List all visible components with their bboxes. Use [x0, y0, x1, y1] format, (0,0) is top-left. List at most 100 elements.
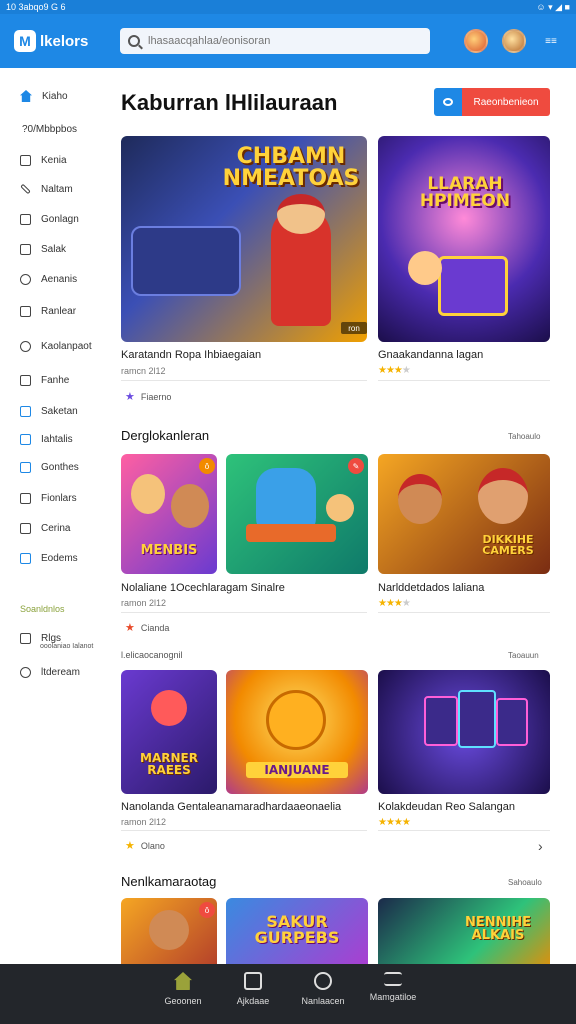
- game-thumbnail[interactable]: DIKKIHE CAMERS: [378, 454, 550, 574]
- sidebar-item-13[interactable]: Fionlars: [20, 490, 77, 506]
- section-see-all-link[interactable]: Taoauun: [508, 651, 539, 660]
- card-title[interactable]: Narlddetdados laliana: [378, 582, 484, 594]
- game-art-title: IANJUANE: [246, 762, 348, 778]
- tag-label: Fiaerno: [140, 391, 172, 402]
- tag-icon: [20, 522, 31, 534]
- divider: [121, 830, 367, 831]
- sidebar-item-label: Kenia: [41, 154, 67, 166]
- nav-item-recent[interactable]: Nanlaacen: [299, 972, 347, 1024]
- avatar-secondary[interactable]: [502, 29, 526, 53]
- divider: [378, 612, 550, 613]
- card-title[interactable]: Nanolanda Gentaleanamarad​hardaaeonaelia: [121, 801, 341, 813]
- home-icon: [174, 972, 192, 990]
- avatar[interactable]: [464, 29, 488, 53]
- sidebar-item-12[interactable]: Gonthes: [20, 459, 79, 475]
- character-illustration: [149, 910, 189, 950]
- game-thumbnail[interactable]: SAKUR GURPEBS: [226, 898, 368, 964]
- sidebar-item-10[interactable]: Saketan: [20, 403, 78, 419]
- sidebar-item-label: Salak: [41, 243, 67, 255]
- card-title[interactable]: Gnaakandanna lagan: [378, 349, 483, 361]
- game-thumbnail[interactable]: MENBIS ô: [121, 454, 217, 574]
- nav-item-downloads[interactable]: Ajkdaae: [229, 972, 277, 1024]
- rating-stars: ★★★★: [378, 817, 411, 828]
- sidebar-section-heading: Soanldnlos: [20, 604, 65, 614]
- card-title[interactable]: Nolaliane 1Ocechlaragam Sinalre: [121, 582, 285, 594]
- section-title: l.elicaocanognil: [121, 650, 183, 660]
- sidebar-item-11[interactable]: Iahtalis: [20, 431, 73, 447]
- card-illustration: [458, 690, 496, 748]
- sidebar-item-6[interactable]: Aenanis: [20, 271, 77, 287]
- status-right: ☺ ▾ ◢ ■: [536, 2, 570, 13]
- card-title[interactable]: Karatandn Ropa Ihbiaegaian: [121, 349, 261, 361]
- house-outline-icon: [20, 154, 31, 166]
- nav-label: Geoonen: [164, 996, 202, 1006]
- game-thumbnail[interactable]: ô: [121, 898, 217, 964]
- page-title: Kaburran lHlilauraan: [121, 90, 338, 115]
- game-thumbnail[interactable]: ✎: [226, 454, 368, 574]
- sidebar-item-15[interactable]: Eodems: [20, 550, 78, 566]
- clock-icon: [20, 273, 31, 285]
- divider: [121, 612, 367, 613]
- envelope-icon: [20, 492, 31, 504]
- card-title[interactable]: Kolakdeudan Reo Salangan: [378, 801, 515, 813]
- clock-icon: [314, 972, 332, 990]
- app-logo[interactable]: M lkelors: [14, 30, 118, 52]
- menu-icon: [384, 972, 402, 986]
- game-thumbnail[interactable]: MARNER RAEES: [121, 670, 217, 794]
- character-illustration: [151, 690, 187, 726]
- sidebar-sub-item-1[interactable]: ltdeream: [20, 664, 80, 680]
- sidebar-item-label: Gonlagn: [41, 213, 79, 225]
- car-illustration: [131, 226, 241, 296]
- nav-item-menu[interactable]: Mamgatiloe: [369, 972, 417, 1024]
- section-see-all-link[interactable]: Tahoaulo: [508, 432, 540, 441]
- sidebar-item-label: Eodems: [41, 552, 78, 564]
- flag-icon: [20, 374, 31, 386]
- card-illustration: [424, 696, 458, 746]
- sidebar-item-2[interactable]: Kenia: [20, 152, 67, 168]
- sidebar-item-3[interactable]: Naltam: [20, 181, 73, 197]
- plus-box-icon: [20, 305, 31, 317]
- divider: [121, 380, 367, 381]
- sidebar-item-5[interactable]: Salak: [20, 241, 66, 257]
- game-thumbnail[interactable]: NENNIHE ALKAIS: [378, 898, 550, 964]
- sidebar-item-label: Naltam: [41, 183, 73, 195]
- header-menu-icon[interactable]: ≡≡: [540, 30, 562, 52]
- logo-mark: M: [14, 30, 36, 52]
- sidebar-item-7[interactable]: Ranlear: [20, 303, 76, 319]
- nav-label: Ajkdaae: [236, 996, 270, 1006]
- star-icon: ★: [125, 840, 135, 852]
- sidebar-item-9[interactable]: Fanhe: [20, 372, 69, 388]
- rating-stars: ★★★★: [378, 365, 411, 376]
- search-bar[interactable]: [120, 28, 430, 54]
- app-name: lkelors: [40, 32, 89, 50]
- sidebar-item-home[interactable]: Kiaho: [20, 88, 68, 104]
- card-meta: ramon 2l12: [121, 598, 167, 608]
- blaster-illustration: [246, 524, 336, 542]
- game-thumbnail[interactable]: IANJUANE: [226, 670, 368, 794]
- nav-label: Mamgatiloe: [369, 992, 417, 1002]
- chevron-right-icon[interactable]: ›: [538, 838, 543, 854]
- primary-action-button[interactable]: Raeonbenieon: [434, 88, 550, 116]
- game-thumbnail[interactable]: [378, 670, 550, 794]
- game-art-title: MARNER RAEES: [140, 751, 198, 777]
- sidebar-item-4[interactable]: Gonlagn: [20, 211, 79, 227]
- search-input[interactable]: [148, 35, 418, 47]
- nav-item-home[interactable]: Geoonen: [159, 972, 207, 1024]
- sidebar-item-categories[interactable]: ?0/Mbbpbos: [22, 121, 77, 137]
- game-art-title: DIKKIHE CAMERS: [482, 533, 534, 557]
- sidebar-item-8[interactable]: Kaolanpaot: [20, 338, 92, 354]
- book-icon: [20, 632, 31, 644]
- character-illustration: [326, 494, 354, 522]
- game-art-title: MENBIS: [140, 543, 198, 558]
- chat-icon: [20, 243, 31, 255]
- featured-thumbnail-1[interactable]: LLARAH HPIMEON: [378, 136, 550, 342]
- card-tag: ★ Cianda: [125, 621, 169, 634]
- box-icon: [20, 405, 31, 417]
- sidebar-item-14[interactable]: Cerina: [20, 520, 70, 536]
- grid-icon: [20, 213, 31, 225]
- section-see-all-link[interactable]: Sahoaulo: [508, 878, 542, 887]
- sidebar-item-label: Aenanis: [41, 273, 78, 285]
- featured-thumbnail-0[interactable]: CHBAMN NMEATOAS ron: [121, 136, 367, 342]
- status-icons: ☺ ▾ ◢ ■: [536, 1, 570, 12]
- game-art-title: SAKUR GURPEBS: [254, 912, 340, 947]
